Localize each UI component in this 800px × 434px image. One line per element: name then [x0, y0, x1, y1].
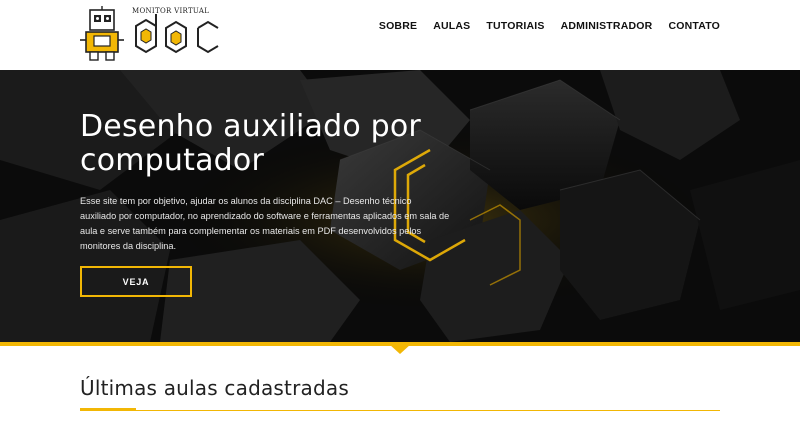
hero-title: Desenho auxiliado por computador: [80, 109, 421, 178]
nav-item-tutoriais[interactable]: TUTORIAIS: [486, 20, 544, 32]
site-logo[interactable]: Monitor Virtual: [80, 6, 226, 64]
site-header: Monitor Virtual SOBRE AULAS TUTORIAIS AD…: [0, 0, 800, 70]
page: Monitor Virtual SOBRE AULAS TUTORIAIS AD…: [0, 0, 800, 434]
nav-item-aulas[interactable]: AULAS: [433, 20, 470, 32]
section-underline: [80, 410, 720, 411]
down-arrow-icon: [389, 344, 411, 354]
section-title: Últimas aulas cadastradas: [80, 376, 349, 400]
section-underline-accent: [80, 408, 136, 411]
hero-banner: Desenho auxiliado por computador Esse si…: [0, 70, 800, 342]
nav-item-administrador[interactable]: ADMINISTRADOR: [561, 20, 653, 32]
veja-button[interactable]: VEJA: [80, 266, 192, 297]
nav-item-contato[interactable]: CONTATO: [668, 20, 720, 32]
logo-subtitle: Monitor Virtual: [132, 7, 210, 15]
main-nav: SOBRE AULAS TUTORIAIS ADMINISTRADOR CONT…: [379, 20, 720, 32]
hero-description: Esse site tem por objetivo, ajudar os al…: [80, 196, 450, 251]
nav-item-sobre[interactable]: SOBRE: [379, 20, 417, 32]
